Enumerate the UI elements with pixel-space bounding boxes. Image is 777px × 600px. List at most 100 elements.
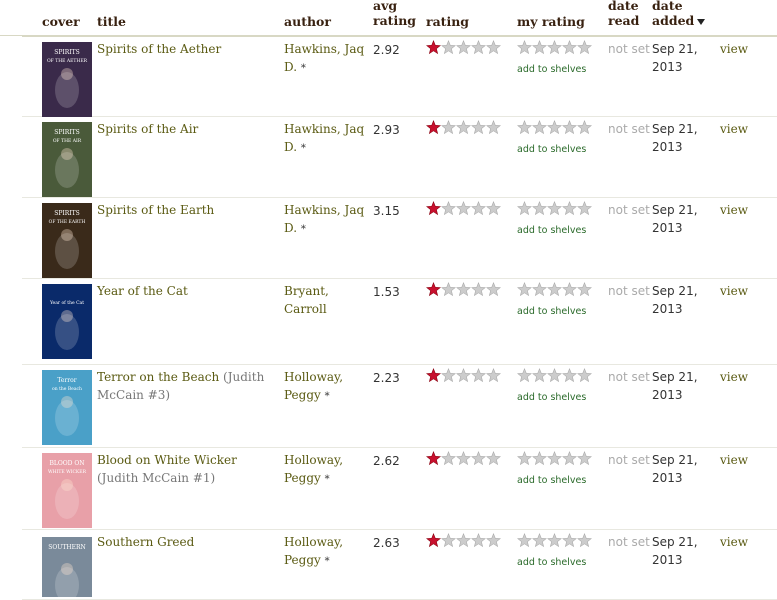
author-name-line2[interactable]: Peggy (284, 553, 321, 567)
star-icon[interactable] (517, 120, 532, 135)
star-icon[interactable] (426, 201, 441, 216)
star-icon[interactable] (577, 282, 592, 297)
star-icon[interactable] (532, 451, 547, 466)
book-title-link[interactable]: Year of the Cat (97, 284, 188, 298)
star-icon[interactable] (486, 40, 501, 55)
view-link[interactable]: view (720, 282, 748, 300)
star-icon[interactable] (456, 201, 471, 216)
my-rating-stars[interactable] (517, 533, 592, 548)
star-icon[interactable] (532, 40, 547, 55)
book-author[interactable]: Bryant, Carroll (284, 282, 369, 318)
star-icon[interactable] (532, 368, 547, 383)
star-icon[interactable] (441, 120, 456, 135)
star-icon[interactable] (562, 120, 577, 135)
star-icon[interactable] (486, 533, 501, 548)
add-to-shelves-link[interactable]: add to shelves (517, 557, 586, 568)
star-icon[interactable] (486, 368, 501, 383)
star-icon[interactable] (532, 201, 547, 216)
author-name-line1[interactable]: Holloway, (284, 453, 343, 467)
star-icon[interactable] (547, 282, 562, 297)
star-icon[interactable] (456, 451, 471, 466)
star-icon[interactable] (517, 451, 532, 466)
book-cover[interactable]: SPIRITS OF THE EARTH (42, 203, 92, 278)
star-icon[interactable] (471, 533, 486, 548)
book-author[interactable]: Holloway, Peggy * (284, 533, 369, 571)
star-icon[interactable] (577, 451, 592, 466)
star-icon[interactable] (486, 201, 501, 216)
star-icon[interactable] (517, 282, 532, 297)
add-to-shelves-link[interactable]: add to shelves (517, 475, 586, 486)
add-to-shelves-link[interactable]: add to shelves (517, 144, 586, 155)
author-name-line1[interactable]: Hawkins, Jaq (284, 122, 364, 136)
star-icon[interactable] (441, 282, 456, 297)
star-icon[interactable] (426, 368, 441, 383)
my-rating-stars[interactable] (517, 451, 592, 466)
star-icon[interactable] (517, 201, 532, 216)
my-rating-stars[interactable] (517, 120, 592, 135)
rating-stars[interactable] (426, 533, 501, 548)
author-name-line2[interactable]: Peggy (284, 471, 321, 485)
book-cover[interactable]: SOUTHERN (42, 537, 92, 597)
author-name-line2[interactable]: Peggy (284, 388, 321, 402)
star-icon[interactable] (486, 451, 501, 466)
star-icon[interactable] (547, 40, 562, 55)
star-icon[interactable] (577, 533, 592, 548)
star-icon[interactable] (456, 40, 471, 55)
rating-stars[interactable] (426, 282, 501, 297)
book-author[interactable]: Holloway, Peggy * (284, 368, 369, 406)
star-icon[interactable] (562, 201, 577, 216)
view-link[interactable]: view (720, 40, 748, 58)
my-rating-stars[interactable] (517, 368, 592, 383)
star-icon[interactable] (547, 120, 562, 135)
rating-stars[interactable] (426, 451, 501, 466)
star-icon[interactable] (456, 120, 471, 135)
book-title-link[interactable]: Blood on White Wicker (97, 453, 237, 467)
column-header-rating[interactable]: rating (426, 14, 469, 29)
book-title-link[interactable]: Southern Greed (97, 535, 194, 549)
star-icon[interactable] (456, 533, 471, 548)
star-icon[interactable] (426, 120, 441, 135)
view-link[interactable]: view (720, 120, 748, 138)
star-icon[interactable] (486, 120, 501, 135)
my-rating-stars[interactable] (517, 282, 592, 297)
star-icon[interactable] (562, 368, 577, 383)
star-icon[interactable] (547, 451, 562, 466)
star-icon[interactable] (562, 40, 577, 55)
star-icon[interactable] (562, 451, 577, 466)
add-to-shelves-link[interactable]: add to shelves (517, 225, 586, 236)
book-title-link[interactable]: Terror on the Beach (97, 370, 219, 384)
rating-stars[interactable] (426, 120, 501, 135)
rating-stars[interactable] (426, 368, 501, 383)
book-title-link[interactable]: Spirits of the Aether (97, 42, 221, 56)
star-icon[interactable] (486, 282, 501, 297)
column-header-date-added[interactable]: date added (652, 0, 712, 28)
star-icon[interactable] (471, 201, 486, 216)
star-icon[interactable] (426, 40, 441, 55)
star-icon[interactable] (577, 120, 592, 135)
book-author[interactable]: Hawkins, Jaq D. * (284, 201, 369, 239)
star-icon[interactable] (532, 120, 547, 135)
author-name-line1[interactable]: Bryant, Carroll (284, 284, 329, 316)
my-rating-stars[interactable] (517, 201, 592, 216)
star-icon[interactable] (532, 533, 547, 548)
book-cover[interactable]: SPIRITS OF THE AIR (42, 122, 92, 197)
view-link[interactable]: view (720, 451, 748, 469)
star-icon[interactable] (426, 451, 441, 466)
rating-stars[interactable] (426, 40, 501, 55)
rating-stars[interactable] (426, 201, 501, 216)
star-icon[interactable] (577, 201, 592, 216)
star-icon[interactable] (441, 533, 456, 548)
star-icon[interactable] (562, 282, 577, 297)
star-icon[interactable] (517, 533, 532, 548)
book-cover[interactable]: BLOOD ON WHITE WICKER (42, 453, 92, 528)
view-link[interactable]: view (720, 533, 748, 551)
star-icon[interactable] (441, 40, 456, 55)
add-to-shelves-link[interactable]: add to shelves (517, 64, 586, 75)
star-icon[interactable] (532, 282, 547, 297)
author-name-line2[interactable]: D. (284, 221, 297, 235)
star-icon[interactable] (547, 368, 562, 383)
view-link[interactable]: view (720, 368, 748, 386)
book-cover[interactable]: Terror on the Beach (42, 370, 92, 445)
column-header-my-rating[interactable]: my rating (517, 14, 585, 29)
star-icon[interactable] (441, 451, 456, 466)
